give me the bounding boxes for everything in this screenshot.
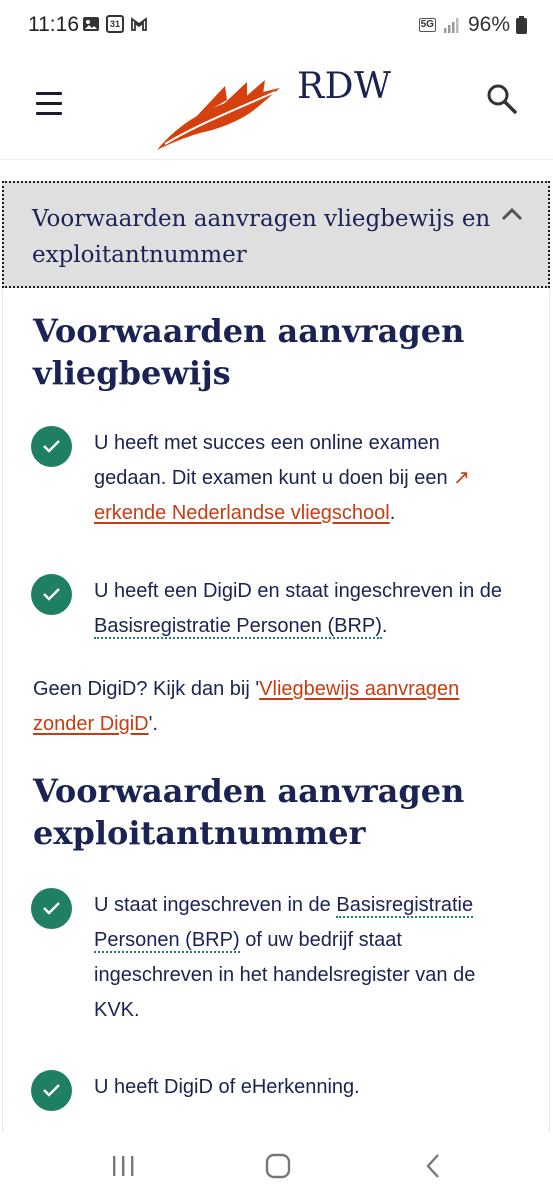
requirement-text: U heeft met succes een online examen ged… (94, 426, 514, 531)
status-time: 11:16 (28, 13, 79, 36)
recent-apps-button[interactable] (104, 1150, 144, 1182)
back-icon (426, 1154, 439, 1178)
calendar-icon: 31 (106, 15, 124, 33)
search-button[interactable] (485, 82, 525, 122)
requirement-text-main: U heeft een DigiD en staat ingeschreven … (94, 580, 503, 602)
accordion-title: Voorwaarden aanvragen vliegbewijs en exp… (32, 206, 491, 268)
brand-name: RDW (297, 66, 392, 107)
menu-button[interactable] (28, 86, 68, 122)
requirement-text-main: U heeft met succes een online examen ged… (94, 432, 448, 489)
notification-icons: 31 (82, 15, 148, 33)
check-icon (31, 1070, 72, 1111)
site-header: RDW (0, 52, 553, 160)
external-link-icon: ↗ (453, 467, 470, 489)
accordion-content: Voorwaarden aanvragen vliegbewijs U heef… (2, 290, 550, 1132)
requirement-suffix: . (389, 502, 396, 524)
accordion-header[interactable]: Voorwaarden aanvragen vliegbewijs en exp… (2, 181, 550, 288)
check-icon (31, 574, 72, 615)
gallery-icon (83, 17, 99, 31)
back-button[interactable] (414, 1150, 454, 1182)
requirement-suffix: . (381, 615, 388, 637)
recent-apps-icon (113, 1156, 134, 1176)
rdw-logo[interactable]: RDW (150, 64, 400, 152)
vliegschool-link[interactable]: erkende Nederlandse vliegschool (94, 502, 390, 524)
no-digid-note: Geen DigiD? Kijk dan bij 'Vliegbewijs aa… (33, 672, 513, 742)
status-bar: 11:16 31 5G 96% (0, 0, 553, 52)
requirement-text: U heeft DigiD of eHerkenning. (94, 1076, 360, 1098)
hamburger-line (36, 102, 62, 105)
gmail-icon (131, 17, 147, 31)
hamburger-line (36, 112, 62, 115)
brp-abbreviation[interactable]: Basisregistratie Personen (BRP) (94, 615, 382, 639)
check-icon (31, 888, 72, 929)
requirement-text: U heeft een DigiD en staat ingeschreven … (94, 574, 514, 644)
note-suffix: '. (148, 713, 158, 735)
search-icon (487, 84, 517, 114)
battery-percentage: 96% (467, 13, 510, 36)
feather-logo-icon (157, 80, 280, 150)
section-heading-exploitantnummer: Voorwaarden aanvragen exploitantnummer (33, 772, 465, 852)
system-navigation-bar (0, 1132, 553, 1200)
note-prefix: Geen DigiD? Kijk dan bij ' (33, 678, 260, 700)
network-5g-icon: 5G (418, 18, 436, 32)
battery-icon (516, 16, 527, 34)
home-button[interactable] (258, 1150, 298, 1182)
home-icon (265, 1153, 291, 1179)
section-heading-vliegbewijs: Voorwaarden aanvragen vliegbewijs (33, 312, 465, 392)
requirement-text: U staat ingeschreven in de Basisregistra… (94, 888, 514, 1028)
requirement-text-main: U staat ingeschreven in de (94, 894, 331, 916)
check-icon (31, 426, 72, 467)
chevron-up-icon (501, 207, 523, 221)
hamburger-icon (36, 92, 62, 95)
status-right: 5G 96% (418, 13, 527, 37)
signal-icon (443, 18, 459, 33)
